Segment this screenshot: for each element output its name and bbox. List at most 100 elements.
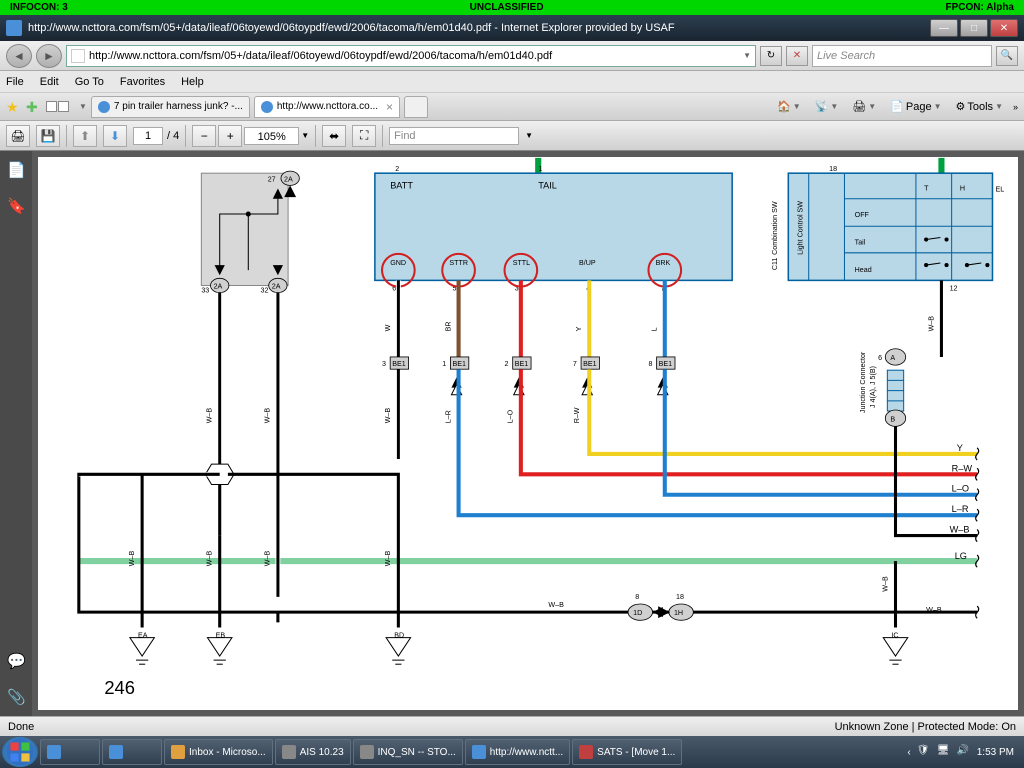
volume-icon[interactable]: 🔊 xyxy=(957,745,971,759)
zoom-dd-icon[interactable]: ▼ xyxy=(301,131,309,140)
new-tab-button[interactable] xyxy=(404,96,428,118)
svg-text:L–R: L–R xyxy=(952,504,969,514)
back-button[interactable]: ◄ xyxy=(6,44,32,68)
window-title: http://www.ncttora.com/fsm/05+/data/ilea… xyxy=(28,22,930,34)
svg-text:8: 8 xyxy=(635,593,639,601)
tab1-label: 7 pin trailer harness junk? -... xyxy=(114,101,243,112)
pdf-thumbnails-icon[interactable]: 📄 xyxy=(7,161,25,179)
task-ie1[interactable] xyxy=(40,739,100,765)
search-button[interactable]: 🔍 xyxy=(996,46,1018,66)
pdf-page-input[interactable] xyxy=(133,127,163,145)
close-button[interactable]: ✕ xyxy=(990,19,1018,37)
clock[interactable]: 1:53 PM xyxy=(977,747,1014,758)
pdf-save-button[interactable]: 💾 xyxy=(36,125,60,147)
svg-text:L–O: L–O xyxy=(507,409,515,423)
pdf-find-input[interactable]: Find xyxy=(389,127,519,145)
task-ais[interactable]: AIS 10.23 xyxy=(275,739,351,765)
pdf-bookmarks-icon[interactable]: 🔖 xyxy=(7,197,25,215)
pdf-prev-page-button[interactable]: ⬆ xyxy=(73,125,97,147)
task-ncttora[interactable]: http://www.nctt... xyxy=(465,739,570,765)
svg-text:3: 3 xyxy=(382,360,386,368)
maximize-button[interactable]: □ xyxy=(960,19,988,37)
tab-trailer-harness[interactable]: 7 pin trailer harness junk? -... xyxy=(91,96,250,118)
svg-text:33: 33 xyxy=(201,287,209,295)
pdf-fit-page-button[interactable]: ⛶ xyxy=(352,125,376,147)
search-placeholder: Live Search xyxy=(817,50,875,62)
svg-text:T: T xyxy=(924,185,929,193)
quicktabs-dd[interactable]: ▼ xyxy=(79,102,87,111)
app-icon xyxy=(360,745,374,759)
menu-file[interactable]: File xyxy=(6,76,24,88)
svg-text:BE1: BE1 xyxy=(392,360,406,368)
address-bar[interactable]: ▼ xyxy=(66,45,756,67)
svg-text:STTR: STTR xyxy=(449,259,468,267)
svg-text:W–B: W–B xyxy=(548,601,564,609)
infocon-center: UNCLASSIFIED xyxy=(470,2,544,13)
page-icon: 📄 xyxy=(890,100,904,113)
svg-text:Head: Head xyxy=(855,266,872,274)
addr-dropdown-icon[interactable]: ▼ xyxy=(743,51,751,60)
find-dd-icon[interactable]: ▼ xyxy=(525,131,533,140)
pdf-sidebar: 📄 🔖 💬 📎 xyxy=(0,151,32,716)
pdf-print-button[interactable]: 🖨 xyxy=(6,125,30,147)
tray-chevron-icon[interactable]: ‹ xyxy=(907,747,910,758)
refresh-button[interactable]: ↻ xyxy=(760,46,782,66)
task-inbox[interactable]: Inbox - Microso... xyxy=(164,739,273,765)
tab-ncttora[interactable]: http://www.ncttora.co... × xyxy=(254,96,400,118)
tray-icon[interactable]: 🛡 xyxy=(917,745,931,759)
status-zone: Unknown Zone | Protected Mode: On xyxy=(835,721,1016,733)
search-box[interactable]: Live Search xyxy=(812,45,992,67)
pdf-page-view[interactable]: BATT TAIL GND STTR STTL B/UP BRK 2 1 18 … xyxy=(38,157,1018,710)
svg-text:W–B: W–B xyxy=(950,525,970,535)
svg-text:R–W: R–W xyxy=(952,463,973,473)
pdf-content-area: 📄 🔖 💬 📎 BATT TAIL GND STTR STTL B/UP BRK… xyxy=(0,151,1024,716)
menu-edit[interactable]: Edit xyxy=(40,76,59,88)
pdf-zoom-value[interactable]: 105% xyxy=(244,127,299,145)
ie-icon xyxy=(47,745,61,759)
tools-button[interactable]: ⚙Tools▼ xyxy=(952,98,1007,115)
quicktabs-icon[interactable] xyxy=(46,101,69,112)
minimize-button[interactable]: — xyxy=(930,19,958,37)
print-button[interactable]: 🖨▼ xyxy=(848,98,880,115)
home-icon: 🏠 xyxy=(777,100,791,113)
svg-text:BE1: BE1 xyxy=(515,360,529,368)
pdf-fit-width-button[interactable]: ⬌ xyxy=(322,125,346,147)
menu-favorites[interactable]: Favorites xyxy=(120,76,165,88)
add-favorites-icon[interactable]: ✚ xyxy=(26,99,42,115)
svg-text:A: A xyxy=(890,354,895,362)
navigation-bar: ◄ ► ▼ ↻ ✕ Live Search 🔍 xyxy=(0,41,1024,71)
svg-text:2: 2 xyxy=(505,360,509,368)
pdf-next-page-button[interactable]: ⬇ xyxy=(103,125,127,147)
task-sats[interactable]: SATS - [Move 1... xyxy=(572,739,682,765)
menu-help[interactable]: Help xyxy=(181,76,204,88)
feeds-button[interactable]: 📡▼ xyxy=(811,98,843,115)
url-input[interactable] xyxy=(89,50,743,62)
chevron-right-icon[interactable]: » xyxy=(1013,102,1018,112)
forward-button[interactable]: ► xyxy=(36,44,62,68)
svg-text:W–B: W–B xyxy=(384,408,392,424)
pdf-toolbar: 🖨 💾 ⬆ ⬇ / 4 − + 105% ▼ ⬌ ⛶ Find ▼ xyxy=(0,121,1024,151)
task-ie2[interactable] xyxy=(102,739,162,765)
svg-text:2A: 2A xyxy=(284,175,293,183)
pdf-comments-icon[interactable]: 💬 xyxy=(7,652,25,670)
start-button[interactable] xyxy=(2,737,38,767)
tab-close-icon[interactable]: × xyxy=(386,100,393,114)
pdf-zoom-out-button[interactable]: − xyxy=(192,125,216,147)
pdf-zoom-in-button[interactable]: + xyxy=(218,125,242,147)
home-button[interactable]: 🏠▼ xyxy=(773,98,805,115)
rss-icon: 📡 xyxy=(815,100,829,113)
pdf-attachments-icon[interactable]: 📎 xyxy=(7,688,25,706)
favorites-star-icon[interactable]: ★ xyxy=(6,99,22,115)
page-button[interactable]: 📄Page▼ xyxy=(886,98,945,115)
svg-text:W–B: W–B xyxy=(881,576,889,592)
svg-text:R–W: R–W xyxy=(573,407,581,423)
menu-goto[interactable]: Go To xyxy=(75,76,104,88)
wiring-diagram: BATT TAIL GND STTR STTL B/UP BRK 2 1 18 … xyxy=(38,157,1018,710)
svg-text:W–B: W–B xyxy=(128,551,136,567)
outlook-icon xyxy=(171,745,185,759)
ie-icon xyxy=(98,101,110,113)
tray-icon[interactable]: 🖥 xyxy=(937,745,951,759)
stop-button[interactable]: ✕ xyxy=(786,46,808,66)
ie-icon xyxy=(261,101,273,113)
task-inq[interactable]: INQ_SN -- STO... xyxy=(353,739,463,765)
